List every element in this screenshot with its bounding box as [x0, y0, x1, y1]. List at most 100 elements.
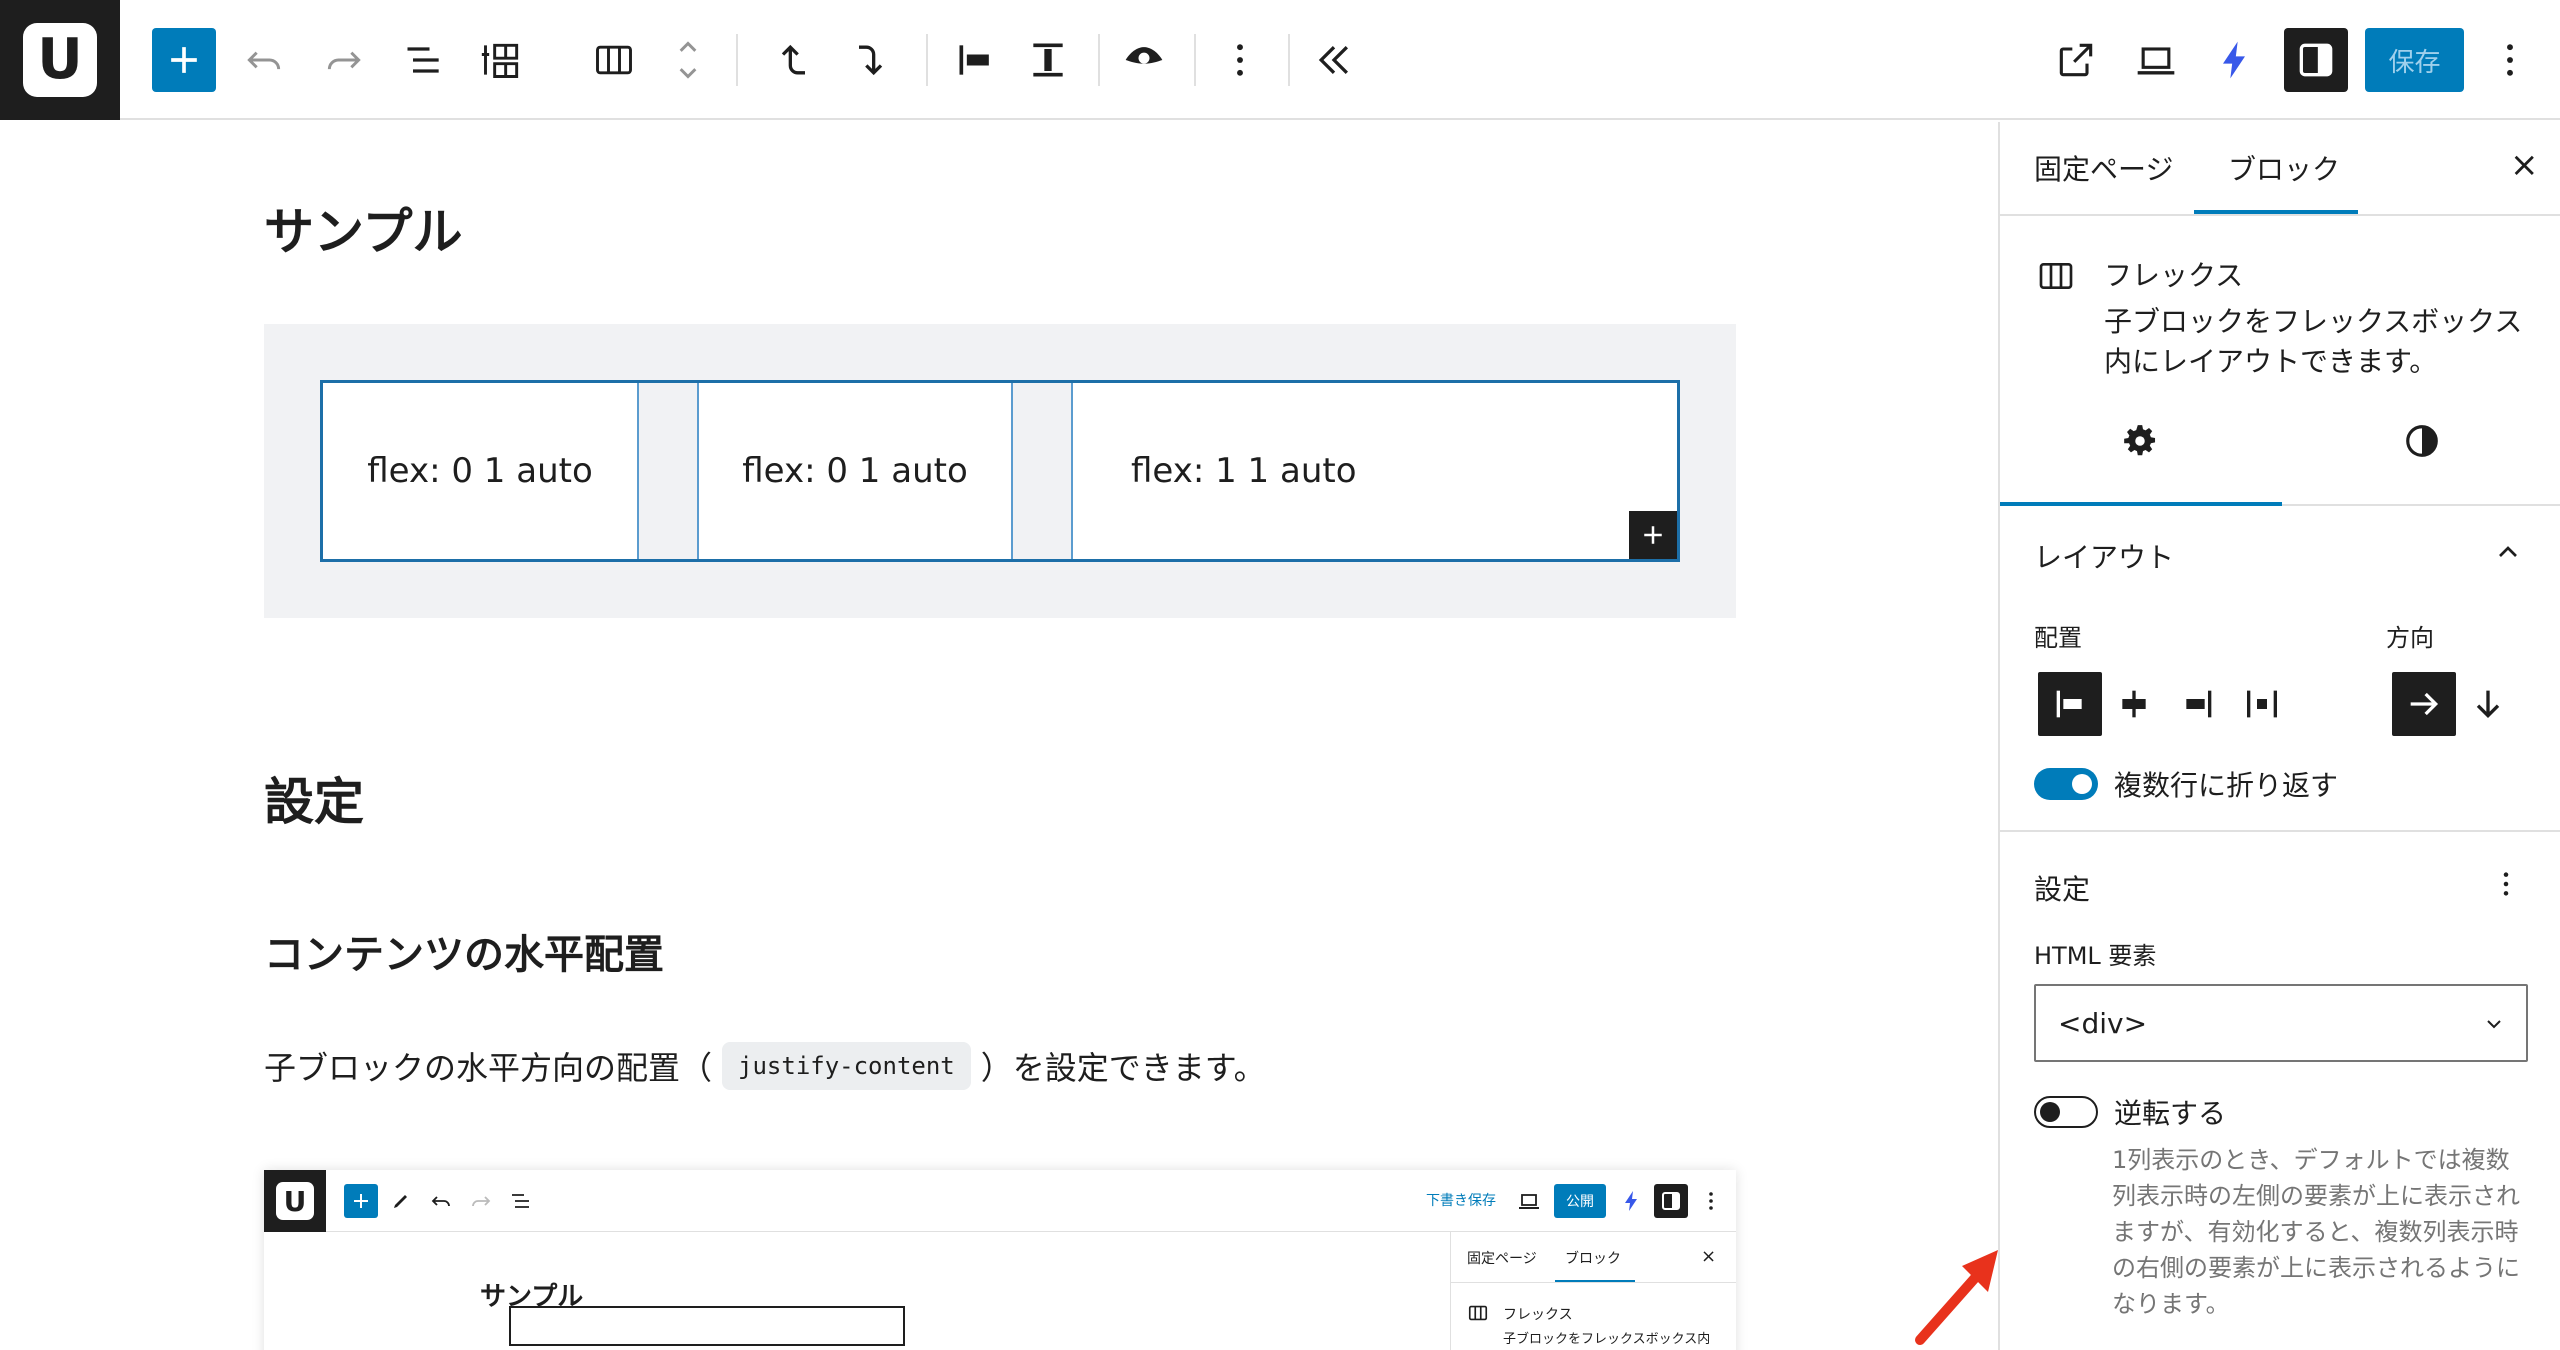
flex-item-2[interactable]: flex: 0 1 auto: [697, 383, 1013, 559]
block-type-button[interactable]: [582, 28, 646, 92]
contrast-icon: [2406, 425, 2438, 457]
settings-sidebar-toggle[interactable]: [2284, 28, 2348, 92]
toolbar-divider: [1194, 34, 1196, 86]
eye-icon: [1125, 47, 1163, 64]
redo-button[interactable]: [312, 28, 376, 92]
embedded-sidebar: 固定ページ ブロック × フレックス 子ブロックをフレックスボックス内: [1450, 1232, 1736, 1350]
reverse-toggle[interactable]: [2034, 1096, 2098, 1128]
columns-icon: [596, 45, 632, 75]
preview-button[interactable]: [2124, 28, 2188, 92]
paragraph-block[interactable]: 子ブロックの水平方向の配置（ justify-content ）を設定できます。: [264, 1042, 1266, 1090]
more-vertical-icon: [2507, 44, 2513, 76]
paragraph-text-before: 子ブロックの水平方向の配置（: [264, 1049, 713, 1087]
block-appender-button[interactable]: [1629, 511, 1677, 559]
embedded-undo-icon: [424, 1184, 458, 1218]
justify-right-icon: [2186, 690, 2212, 718]
chevron-down-icon: [2487, 1020, 2501, 1029]
embedded-draft-save: 下書き保存: [1426, 1193, 1496, 1209]
justify-space-between-icon: [2247, 690, 2277, 718]
arrow-right-icon: [2410, 692, 2439, 716]
embedded-pencil-icon: [384, 1184, 418, 1218]
embedded-redo-icon: [464, 1184, 498, 1218]
move-up-down-button[interactable]: [656, 28, 720, 92]
chevron-up-icon[interactable]: [2492, 536, 2524, 568]
settings-panel-title[interactable]: 設定: [2034, 868, 2090, 908]
wrap-toggle[interactable]: [2034, 768, 2098, 800]
sidebar-icon: [2299, 43, 2333, 77]
undo-button[interactable]: [232, 28, 296, 92]
arrow-down-icon: [2476, 690, 2500, 719]
block-options-button[interactable]: [1208, 28, 1272, 92]
html-element-label: HTML 要素: [2034, 942, 2157, 970]
close-sidebar-button[interactable]: ×: [2510, 148, 2539, 182]
site-logo[interactable]: U: [0, 0, 120, 120]
options-menu-button[interactable]: [2478, 28, 2542, 92]
tab-styles[interactable]: [2282, 406, 2560, 476]
justify-left-icon: [959, 45, 989, 75]
html-element-value: <div>: [2058, 1006, 2148, 1040]
external-link-icon: [2059, 43, 2093, 77]
select-parent-button[interactable]: [762, 28, 826, 92]
align-top-icon: [1033, 43, 1063, 77]
embedded-laptop-icon: [1512, 1184, 1546, 1218]
flex-group-block[interactable]: flex: 0 1 auto flex: 0 1 auto flex: 1 1 …: [264, 324, 1736, 618]
redo-icon: [327, 51, 361, 70]
justify-center-icon: [2122, 690, 2146, 718]
justify-right-button[interactable]: [2166, 672, 2230, 736]
block-card-description: 子ブロックをフレックスボックス内にレイアウトできます。: [2104, 305, 2523, 378]
active-inspector-tab-indicator: [2000, 502, 2282, 506]
embedded-block-desc: 子ブロックをフレックスボックス内: [1503, 1332, 1711, 1347]
justify-center-button[interactable]: [2102, 672, 2166, 736]
paragraph-text-after: ）を設定できます。: [980, 1049, 1266, 1087]
performance-button[interactable]: [2202, 28, 2266, 92]
editor-canvas: サンプル flex: 0 1 auto flex: 0 1 auto flex:…: [0, 122, 1998, 1350]
tab-block[interactable]: ブロック: [2228, 148, 2340, 188]
chevrons-left-icon: [1318, 45, 1349, 75]
embedded-publish: 公開: [1554, 1184, 1606, 1218]
settings-sidebar: 固定ページ ブロック × フレックス 子ブロックをフレックスボックス内にレイアウ…: [1998, 122, 2560, 1350]
justify-left-button[interactable]: [2038, 672, 2102, 736]
embedded-list-icon: [504, 1184, 538, 1218]
view-page-button[interactable]: [2044, 28, 2108, 92]
justify-button[interactable]: [944, 28, 1008, 92]
image-block[interactable]: U 下書き保存 公開 サンプル 固定ページ ブロック × フレックス 子ブロック…: [264, 1170, 1736, 1350]
embedded-close-icon: ×: [1701, 1246, 1717, 1267]
inspector-tabs: [2000, 380, 2560, 506]
select-child-button[interactable]: [838, 28, 902, 92]
direction-vertical-button[interactable]: [2456, 672, 2520, 736]
tab-page[interactable]: 固定ページ: [2034, 148, 2173, 188]
flex-item-3[interactable]: flex: 1 1 auto: [1071, 383, 1677, 559]
direction-horizontal-button[interactable]: [2392, 672, 2456, 736]
toolbar-divider: [926, 34, 928, 86]
flex-item-1[interactable]: flex: 0 1 auto: [323, 383, 639, 559]
active-tab-indicator: [2194, 210, 2358, 214]
page-title[interactable]: サンプル: [264, 192, 463, 264]
justify-space-between-button[interactable]: [2230, 672, 2294, 736]
lightning-icon: [2223, 41, 2245, 79]
collapse-toolbar-button[interactable]: [1302, 28, 1366, 92]
arrow-down-right-icon: [859, 45, 883, 76]
flex-block[interactable]: flex: 0 1 auto flex: 0 1 auto flex: 1 1 …: [320, 380, 1680, 562]
vertical-align-button[interactable]: [1016, 28, 1080, 92]
save-button[interactable]: 保存: [2365, 28, 2464, 92]
layout-panel-title[interactable]: レイアウト: [2034, 536, 2174, 576]
block-navigation-button[interactable]: [470, 28, 534, 92]
reverse-toggle-label: 逆転する: [2114, 1097, 2227, 1130]
inline-code: justify-content: [722, 1042, 971, 1090]
heading-horizontal-alignment[interactable]: コンテンツの水平配置: [264, 922, 664, 980]
embedded-tab-page: 固定ページ: [1467, 1251, 1537, 1267]
columns-icon: [2039, 263, 2073, 289]
html-element-select[interactable]: <div>: [2034, 984, 2528, 1062]
embedded-toolbar: U 下書き保存 公開: [264, 1170, 1736, 1232]
block-card-title: フレックス: [2104, 259, 2244, 292]
more-vertical-icon: [1237, 44, 1243, 76]
toolbar-divider: [736, 34, 738, 86]
document-overview-button[interactable]: [392, 28, 456, 92]
add-block-button[interactable]: [152, 28, 216, 92]
tab-settings[interactable]: [2000, 406, 2280, 476]
more-vertical-icon[interactable]: [2490, 864, 2522, 904]
undo-icon: [247, 51, 281, 70]
logo-mark: U: [23, 23, 97, 97]
heading-settings[interactable]: 設定: [264, 762, 364, 834]
visibility-button[interactable]: [1112, 28, 1176, 92]
